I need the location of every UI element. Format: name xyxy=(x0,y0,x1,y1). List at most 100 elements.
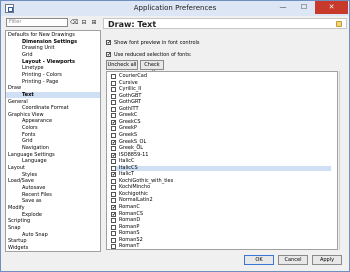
font-checkbox[interactable] xyxy=(111,244,116,249)
font-list-scrollbar[interactable] xyxy=(339,71,347,250)
ok-button[interactable]: OK xyxy=(244,255,274,265)
tree-item[interactable]: Layout - Viewports xyxy=(6,59,100,65)
collapse-all-icon[interactable]: ⊟ xyxy=(80,18,88,27)
font-checkbox[interactable]: ✔ xyxy=(111,152,116,158)
tree-item[interactable]: Language Settings xyxy=(6,152,100,158)
font-checkbox[interactable] xyxy=(111,132,116,138)
tree-item[interactable]: Scripting xyxy=(6,218,100,224)
font-item[interactable]: ✔ GreekCS xyxy=(111,119,331,125)
tree-item[interactable]: Graphics View xyxy=(6,112,100,118)
tree-item[interactable]: Startup xyxy=(6,238,100,244)
tree-item[interactable]: Grid xyxy=(6,52,100,58)
tree-item[interactable]: Explode xyxy=(6,212,100,218)
font-checkbox[interactable] xyxy=(111,237,116,243)
font-checkbox[interactable] xyxy=(111,74,116,79)
tree-item[interactable]: Drawing Unit xyxy=(6,45,100,51)
font-item[interactable]: RomanT xyxy=(111,244,331,249)
tree-item[interactable]: Text xyxy=(6,91,100,98)
font-checkbox[interactable]: ✔ xyxy=(111,119,116,125)
font-item[interactable]: GreekP xyxy=(111,126,331,132)
pin-icon[interactable] xyxy=(336,21,342,27)
font-checkbox[interactable]: ✔ xyxy=(111,139,116,145)
font-checkbox[interactable]: ✔ xyxy=(111,205,116,211)
tree-item[interactable]: Styles xyxy=(6,172,100,178)
tree-item[interactable]: Linetype xyxy=(6,65,100,71)
font-checkbox[interactable] xyxy=(111,198,116,204)
font-item[interactable]: RomanS xyxy=(111,231,331,237)
font-item[interactable]: GothITT xyxy=(111,106,331,112)
maximize-icon[interactable]: ☐ xyxy=(294,1,314,14)
expand-all-icon[interactable]: ⊞ xyxy=(90,18,98,27)
tree-item[interactable]: Draw xyxy=(6,85,100,91)
font-checkbox[interactable] xyxy=(111,185,116,191)
font-checkbox[interactable] xyxy=(111,126,116,132)
font-item[interactable]: ItalicCS xyxy=(111,165,331,171)
font-item[interactable]: ItalicC xyxy=(111,159,331,165)
font-checkbox[interactable] xyxy=(111,231,116,237)
tree-item[interactable]: Widgets xyxy=(6,245,100,251)
font-checkbox[interactable] xyxy=(111,93,116,99)
font-checkbox[interactable] xyxy=(111,191,116,197)
font-checkbox[interactable] xyxy=(111,178,116,184)
tree-item[interactable]: Layout xyxy=(6,165,100,171)
tree-item[interactable]: Save as xyxy=(6,198,100,204)
tree-item[interactable]: Dimension Settings xyxy=(6,39,100,45)
font-item[interactable]: Greek_OL xyxy=(111,146,331,152)
font-item[interactable]: RomanD xyxy=(111,218,331,224)
show-preview-checkbox[interactable]: ✔ xyxy=(106,40,111,46)
font-item[interactable]: KochiGothic_with_ties xyxy=(111,178,331,184)
font-item[interactable]: RomanS2 xyxy=(111,237,331,243)
filter-input[interactable]: Filter xyxy=(6,18,68,27)
font-item[interactable]: ✔ RomanC xyxy=(111,205,331,211)
font-item[interactable]: Cyrillic_II xyxy=(111,87,331,93)
tree-item[interactable]: Grid xyxy=(6,138,100,144)
font-item[interactable]: Kochigothic xyxy=(111,191,331,197)
uncheck-all-button[interactable]: Uncheck all xyxy=(106,60,138,70)
apply-button[interactable]: Apply xyxy=(312,255,342,265)
font-checkbox[interactable] xyxy=(111,159,116,165)
font-item[interactable]: ✔ RomanCS xyxy=(111,211,331,217)
font-checkbox[interactable] xyxy=(111,218,116,224)
font-checkbox[interactable] xyxy=(111,146,116,152)
tree-item[interactable]: Language xyxy=(6,158,100,164)
tree-item[interactable]: Coordinate Format xyxy=(6,105,100,111)
font-item[interactable]: GreekS xyxy=(111,132,331,138)
font-item[interactable]: ✔ ItalicT xyxy=(111,172,331,178)
font-checkbox[interactable] xyxy=(111,165,116,171)
font-checkbox[interactable] xyxy=(111,87,116,93)
font-item[interactable]: ✔ GreekS_OL xyxy=(111,139,331,145)
minimize-icon[interactable]: — xyxy=(273,1,293,14)
tree-item[interactable]: Appearance xyxy=(6,118,100,124)
reduced-selection-checkbox[interactable]: ✔ xyxy=(106,52,111,58)
tree-item[interactable]: Defaults for New Drawings xyxy=(6,32,100,38)
font-checkbox[interactable] xyxy=(111,113,116,119)
font-item[interactable]: GothGBT xyxy=(111,93,331,99)
tree-item[interactable]: Modify xyxy=(6,205,100,211)
font-item[interactable]: ✔ ISO8859-11 xyxy=(111,152,331,158)
font-item[interactable]: GreekC xyxy=(111,113,331,119)
tree-item[interactable]: Snap xyxy=(6,225,100,231)
tree-item[interactable]: Auto Snap xyxy=(6,232,100,238)
tree-item[interactable]: Fonts xyxy=(6,132,100,138)
font-item[interactable]: CourierCad xyxy=(111,74,331,79)
check-all-button[interactable]: Check all xyxy=(140,60,164,76)
tree-item[interactable]: Printing - Page xyxy=(6,79,100,85)
font-checkbox[interactable]: ✔ xyxy=(111,172,116,178)
tree-item[interactable]: Colors xyxy=(6,125,100,131)
tree-item[interactable]: Navigation xyxy=(6,145,100,151)
font-checkbox[interactable]: ✔ xyxy=(111,211,116,217)
font-checkbox[interactable] xyxy=(111,224,116,230)
tree-item[interactable]: Recent Files xyxy=(6,192,100,198)
tree-item[interactable]: General xyxy=(6,99,100,105)
font-item[interactable]: Cursive xyxy=(111,80,331,86)
font-item[interactable]: RomanP xyxy=(111,224,331,230)
font-checkbox[interactable] xyxy=(111,80,116,86)
tree-item[interactable]: Printing - Colors xyxy=(6,72,100,78)
close-icon[interactable]: ✕ xyxy=(315,1,348,14)
font-checkbox[interactable] xyxy=(111,100,116,106)
font-item[interactable]: KochiMincho xyxy=(111,185,331,191)
tree-item[interactable]: Autosave xyxy=(6,185,100,191)
font-item[interactable]: GothGRT xyxy=(111,100,331,106)
tree-item[interactable]: Load/Save xyxy=(6,178,100,184)
font-checkbox[interactable] xyxy=(111,106,116,112)
